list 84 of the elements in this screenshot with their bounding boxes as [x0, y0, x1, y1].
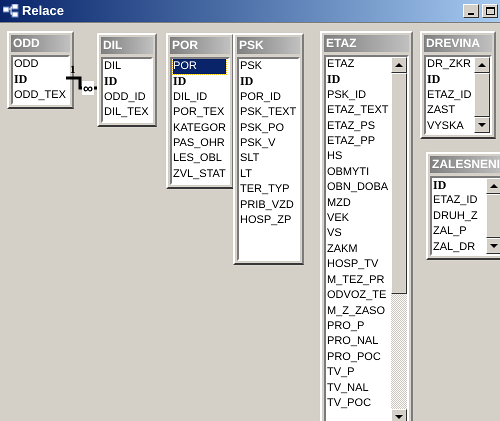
field-item[interactable]: ETAZ_PS [327, 118, 389, 134]
field-item[interactable]: DIL_TEX [104, 105, 149, 121]
field-item[interactable]: PSK_V [240, 136, 296, 152]
relationships-icon [3, 4, 19, 18]
field-item[interactable]: PRIB_VZD [240, 198, 296, 214]
field-item[interactable]: ID [433, 178, 484, 194]
field-list[interactable]: ODD ID ODD_TEX [11, 55, 70, 105]
field-item[interactable]: SLT [240, 151, 296, 167]
field-item[interactable]: PRO_NAL [327, 334, 389, 350]
field-item[interactable]: POR [173, 59, 226, 74]
table-window[interactable]: DREVINA DR_ZKR ID ETAZ_ID ZAST VYSKA [420, 31, 496, 139]
table-window[interactable]: DIL DIL ID ODD_ID DIL_TEX [97, 33, 157, 127]
window-title: Relace [22, 2, 65, 20]
table-window[interactable]: ZALESNENI ID ETAZ_ID DRUH_Z ZAL_P ZAL_DR [426, 152, 500, 260]
field-item[interactable]: ID [14, 72, 66, 88]
field-item[interactable]: PSK_ID [327, 88, 389, 104]
field-item[interactable]: ODD_TEX [14, 88, 66, 103]
field-item[interactable]: PSK_TEXT [240, 105, 296, 121]
table-window[interactable]: ETAZ ETAZ ID PSK_ID ETAZ_TEXT ETAZ_PS ETAZ_PP HS OBMYTI OBN_DOBA MZD VEK VS ZAKM HOSP_TV M_TEZ_PR ODVOZ_TE M_Z_ZASO PRO_P PRO_NAL PRO_POC TV_P TV_NAL TV_POC [320, 31, 413, 421]
field-list[interactable]: DIL ID ODD_ID DIL_TEX [101, 57, 153, 123]
field-item[interactable]: ID [173, 74, 226, 90]
field-item[interactable]: VEK [327, 211, 389, 226]
field-item[interactable]: ODVOZ_TE [327, 288, 389, 304]
field-item[interactable]: DRUH_Z [433, 208, 484, 224]
field-item[interactable]: ETAZ_ID [427, 88, 472, 104]
field-item[interactable]: HOSP_TV [327, 257, 389, 273]
table-window[interactable]: POR POR ID DIL_ID POR_TEX KATEGOR PAS_OHR LES_OBL ZVL_STAT [166, 33, 234, 189]
field-item[interactable]: OBMYTI [327, 164, 389, 180]
field-item[interactable]: ID [104, 74, 149, 90]
scroll-thumb[interactable] [474, 72, 490, 118]
scrollbar[interactable] [474, 57, 490, 133]
field-item[interactable]: TV_POC [327, 396, 389, 412]
scroll-thumb[interactable] [390, 73, 407, 294]
field-item[interactable]: MZD [327, 196, 389, 212]
field-item[interactable]: ID [427, 72, 472, 88]
field-item[interactable]: HOSP_ZP [240, 213, 296, 228]
field-item[interactable]: TV_NAL [327, 380, 389, 396]
field-item[interactable]: ETAZ_ID [433, 193, 484, 209]
scrollbar[interactable] [390, 57, 407, 421]
field-item[interactable]: ETAZ_PP [327, 134, 389, 150]
field-item[interactable]: M_TEZ_PR [327, 272, 389, 288]
field-item[interactable]: ZAL_DR [433, 240, 484, 254]
field-item[interactable]: KATEGOR [173, 120, 226, 136]
field-item[interactable]: ODD_ID [104, 90, 149, 106]
field-item[interactable]: PRO_P [327, 318, 389, 334]
scroll-thumb[interactable] [486, 194, 500, 238]
field-item[interactable]: ZAKM [327, 242, 389, 258]
maximize-button[interactable] [482, 4, 498, 18]
field-item[interactable]: LES_OBL [173, 151, 226, 167]
minimize-button[interactable] [463, 4, 479, 18]
scrollbar[interactable] [486, 178, 500, 254]
field-item[interactable]: DIL [104, 59, 149, 74]
field-item[interactable]: VS [327, 226, 389, 242]
table-window[interactable]: PSK PSK ID POR_ID PSK_TEXT PSK_PO PSK_V SLT LT TER_TYP PRIB_VZD HOSP_ZP [233, 33, 304, 265]
field-list[interactable]: POR ID DIL_ID POR_TEX KATEGOR PAS_OHR LES_OBL ZVL_STAT [170, 57, 230, 185]
field-item[interactable]: VYSKA [427, 118, 472, 133]
field-item[interactable]: LT [240, 166, 296, 182]
field-item[interactable]: TER_TYP [240, 182, 296, 198]
field-item[interactable]: ZVL_STAT [173, 166, 226, 182]
field-item[interactable]: PSK [240, 59, 296, 74]
field-item[interactable]: PRO_POC [327, 350, 389, 366]
field-item[interactable]: ETAZ_TEXT [327, 103, 389, 119]
field-item[interactable]: ID [327, 72, 389, 88]
field-item[interactable]: ZAL_P [433, 224, 484, 240]
many-cardinality-label: ∞ [82, 81, 94, 95]
field-item[interactable]: PAS_OHR [173, 136, 226, 152]
field-item[interactable]: OBN_DOBA [327, 180, 389, 196]
one-cardinality-label: 1 [70, 65, 76, 76]
field-list[interactable]: ETAZ ID PSK_ID ETAZ_TEXT ETAZ_PS ETAZ_PP HS OBMYTI OBN_DOBA MZD VEK VS ZAKM HOSP_TV M_TEZ_PR ODVOZ_TE M_Z_ZASO PRO_P PRO_NAL PRO_POC TV_P TV_NAL TV_POC [324, 55, 409, 421]
field-item[interactable]: TV_P [327, 365, 389, 381]
field-item[interactable]: DR_ZKR [427, 57, 472, 72]
field-item[interactable]: POR_TEX [173, 105, 226, 121]
field-item[interactable]: ZAST [427, 103, 472, 119]
field-item[interactable]: M_Z_ZASO [327, 304, 389, 319]
field-item[interactable]: ODD [14, 57, 66, 72]
field-item[interactable]: DIL_ID [173, 90, 226, 106]
field-item[interactable]: POR_ID [240, 90, 296, 106]
field-item[interactable]: ETAZ [327, 57, 389, 72]
field-item[interactable]: PSK_PO [240, 120, 296, 136]
field-item[interactable]: ID [240, 74, 296, 90]
field-list[interactable]: PSK ID POR_ID PSK_TEXT PSK_PO PSK_V SLT LT TER_TYP PRIB_VZD HOSP_ZP [237, 57, 300, 261]
field-item[interactable]: HS [327, 149, 389, 165]
field-list[interactable]: ID ETAZ_ID DRUH_Z ZAL_P ZAL_DR [430, 176, 500, 256]
field-list[interactable]: DR_ZKR ID ETAZ_ID ZAST VYSKA [424, 55, 492, 135]
